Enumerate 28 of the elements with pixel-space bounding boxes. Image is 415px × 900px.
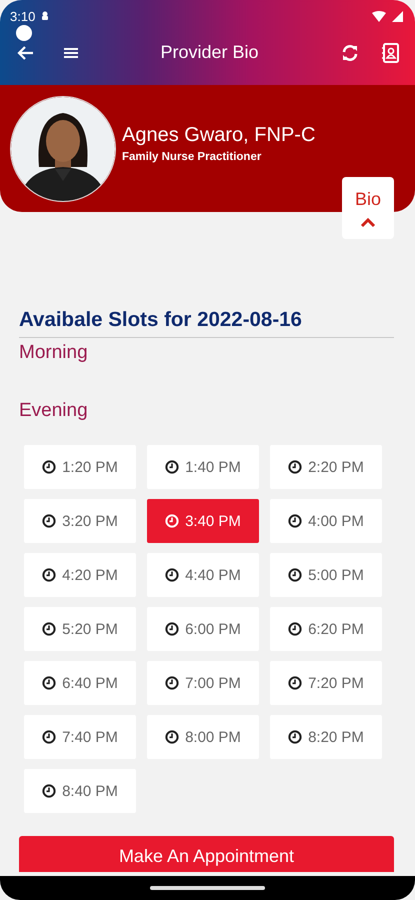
time-slot-button[interactable]: 6:20 PM bbox=[270, 607, 382, 651]
time-slot-button[interactable]: 4:20 PM bbox=[24, 553, 136, 597]
time-slot-button[interactable]: 1:20 PM bbox=[24, 445, 136, 489]
time-slot-button[interactable]: 6:00 PM bbox=[147, 607, 259, 651]
time-slot-button[interactable]: 2:20 PM bbox=[270, 445, 382, 489]
time-slot-button[interactable]: 7:40 PM bbox=[24, 715, 136, 759]
time-slot-button[interactable]: 4:00 PM bbox=[270, 499, 382, 543]
section-label: Morning bbox=[19, 342, 89, 364]
section-label: Evening bbox=[19, 400, 89, 422]
time-slot-button[interactable]: 4:40 PM bbox=[147, 553, 259, 597]
time-slot-button[interactable]: 8:00 PM bbox=[147, 715, 259, 759]
make-appointment-button[interactable]: Make An Appointment bbox=[19, 836, 394, 872]
time-slot-button[interactable]: 3:20 PM bbox=[24, 499, 136, 543]
status-time: 3:10 bbox=[10, 8, 36, 24]
slots-heading: Avaibale Slots for 2022-08-16 bbox=[19, 308, 303, 332]
time-slot-button[interactable]: 7:20 PM bbox=[270, 661, 382, 705]
bio-toggle[interactable]: Bio bbox=[342, 177, 394, 239]
time-slot-button[interactable]: 8:40 PM bbox=[24, 769, 136, 813]
time-slot-button[interactable]: 1:40 PM bbox=[147, 445, 259, 489]
provider-name: Agnes Gwaro, FNP-C bbox=[122, 124, 316, 147]
time-slot-button[interactable]: 6:40 PM bbox=[24, 661, 136, 705]
time-slot-button[interactable]: 3:40 PM bbox=[147, 499, 259, 543]
time-slot-button[interactable]: 7:00 PM bbox=[147, 661, 259, 705]
time-slot-button[interactable]: 5:20 PM bbox=[24, 607, 136, 651]
screen-title: Provider Bio bbox=[159, 42, 260, 63]
provider-title: Family Nurse Practitioner bbox=[122, 151, 262, 163]
time-slot-button[interactable]: 5:00 PM bbox=[270, 553, 382, 597]
time-slot-button[interactable]: 8:20 PM bbox=[270, 715, 382, 759]
